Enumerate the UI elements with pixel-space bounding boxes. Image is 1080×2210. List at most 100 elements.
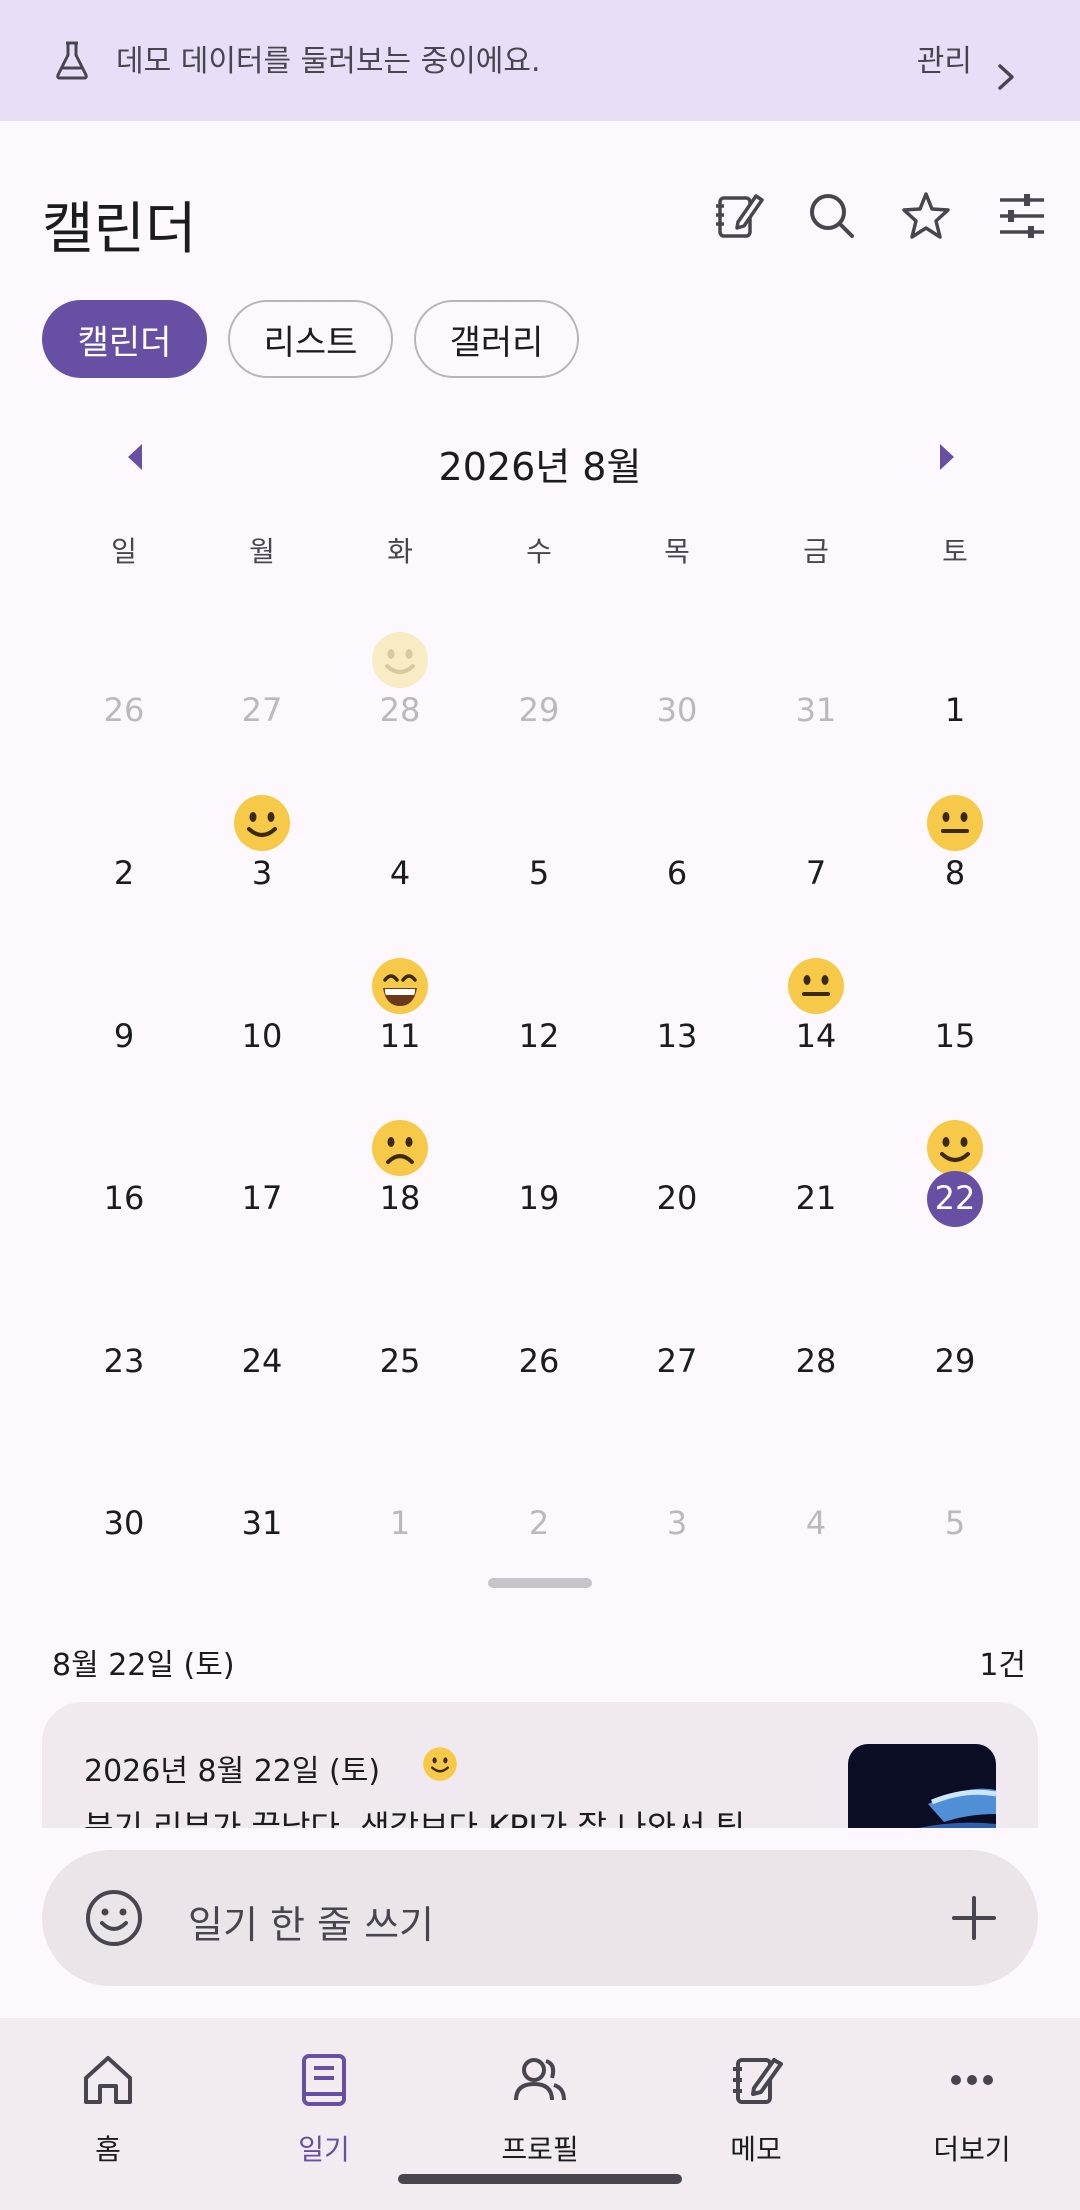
diary-entry-card[interactable]: 2026년 8월 22일 (토) 분기 리뷰가 끝났다. 생각보다 KPI가 잘… xyxy=(42,1702,1038,1828)
thumbnail-image-icon xyxy=(918,1788,996,1828)
calendar-day-cell[interactable]: 23 xyxy=(55,1241,193,1403)
calendar-day-cell[interactable]: 4 xyxy=(747,1403,885,1565)
weekday-header: 화 xyxy=(387,535,413,568)
chip-label: 갤러리 xyxy=(449,322,544,363)
day-number: 20 xyxy=(656,1179,698,1217)
calendar-day-cell[interactable]: 4 xyxy=(331,753,469,915)
calendar-day-cell[interactable]: 12 xyxy=(470,916,608,1078)
weekday-header: 수 xyxy=(526,535,552,568)
next-month-icon[interactable] xyxy=(938,442,958,472)
more-icon xyxy=(951,2075,993,2085)
calendar-day-cell[interactable]: 19 xyxy=(470,1078,608,1240)
calendar-day-cell[interactable]: 1 xyxy=(886,590,1024,752)
weekday-header: 일 xyxy=(111,535,137,568)
day-number: 26 xyxy=(103,691,145,729)
calendar-day-cell[interactable]: 26 xyxy=(55,590,193,752)
calendar-day-cell[interactable]: 20 xyxy=(608,1078,746,1240)
weekday-header: 월 xyxy=(249,535,275,568)
calendar-day-cell[interactable]: 16 xyxy=(55,1078,193,1240)
calendar-day-cell[interactable]: 6 xyxy=(608,753,746,915)
day-number: 15 xyxy=(934,1017,976,1055)
nav-label: 일기 xyxy=(298,2133,350,2166)
day-number: 27 xyxy=(656,1342,698,1380)
calendar-day-cell[interactable]: 27 xyxy=(608,1241,746,1403)
day-number: 5 xyxy=(944,1504,966,1542)
calendar-day-cell[interactable]: 14 xyxy=(747,916,885,1078)
mood-grin-icon xyxy=(370,956,430,1016)
chevron-right-icon xyxy=(998,64,1014,90)
nav-more[interactable]: 더보기 xyxy=(864,2038,1080,2168)
calendar-day-cell[interactable]: 3 xyxy=(193,753,331,915)
banner-text: 데모 데이터를 둘러보는 중이에요. xyxy=(116,44,541,79)
calendar-day-cell[interactable]: 31 xyxy=(193,1403,331,1565)
demo-banner[interactable]: 데모 데이터를 둘러보는 중이에요. 관리 xyxy=(0,0,1080,121)
calendar-day-cell[interactable]: 31 xyxy=(747,590,885,752)
calendar-day-cell[interactable]: 10 xyxy=(193,916,331,1078)
calendar-day-cell[interactable]: 25 xyxy=(331,1241,469,1403)
calendar-day-cell[interactable]: 29 xyxy=(470,590,608,752)
calendar-day-cell[interactable]: 28 xyxy=(331,590,469,752)
month-label: 2026년 8월 xyxy=(438,445,642,489)
day-number: 26 xyxy=(518,1342,560,1380)
calendar-day-cell[interactable]: 5 xyxy=(470,753,608,915)
calendar-day-cell[interactable]: 2 xyxy=(470,1403,608,1565)
nav-memo[interactable]: 메모 xyxy=(648,2038,864,2168)
day-number: 1 xyxy=(944,691,966,729)
nav-diary[interactable]: 일기 xyxy=(216,2038,432,2168)
star-icon[interactable] xyxy=(900,190,952,242)
chip-label: 리스트 xyxy=(263,322,358,363)
calendar-day-cell[interactable]: 26 xyxy=(470,1241,608,1403)
diary-edit-icon[interactable] xyxy=(712,190,764,242)
calendar-day-cell[interactable]: 15 xyxy=(886,916,1024,1078)
calendar-day-cell[interactable]: 3 xyxy=(608,1403,746,1565)
banner-manage-link[interactable]: 관리 xyxy=(917,36,972,80)
chip-calendar[interactable]: 캘린더 xyxy=(42,300,207,378)
chip-list[interactable]: 리스트 xyxy=(228,300,393,378)
calendar-day-cell[interactable]: 11 xyxy=(331,916,469,1078)
day-number: 24 xyxy=(241,1342,283,1380)
calendar-day-cell[interactable]: 5 xyxy=(886,1403,1024,1565)
day-number: 30 xyxy=(656,691,698,729)
drag-handle[interactable] xyxy=(488,1578,592,1588)
calendar-day-cell[interactable]: 22 xyxy=(886,1078,1024,1240)
calendar-day-cell[interactable]: 30 xyxy=(608,590,746,752)
plus-icon[interactable] xyxy=(950,1894,998,1942)
nav-profile[interactable]: 프로필 xyxy=(432,2038,648,2168)
calendar-day-cell[interactable]: 28 xyxy=(747,1241,885,1403)
book-icon xyxy=(302,2054,346,2106)
calendar-day-cell[interactable]: 13 xyxy=(608,916,746,1078)
calendar-day-cell[interactable]: 27 xyxy=(193,590,331,752)
calendar-day-cell[interactable]: 24 xyxy=(193,1241,331,1403)
calendar-day-cell[interactable]: 7 xyxy=(747,753,885,915)
calendar-day-cell[interactable]: 18 xyxy=(331,1078,469,1240)
people-icon xyxy=(514,2058,566,2101)
day-number: 3 xyxy=(666,1504,688,1542)
calendar-day-cell[interactable]: 17 xyxy=(193,1078,331,1240)
memo-icon xyxy=(733,2058,783,2104)
day-number: 17 xyxy=(241,1179,283,1217)
search-icon[interactable] xyxy=(806,190,858,242)
quick-entry-bar[interactable]: 일기 한 줄 쓰기 xyxy=(42,1850,1038,1986)
chip-gallery[interactable]: 갤러리 xyxy=(414,300,579,378)
calendar-day-cell[interactable]: 29 xyxy=(886,1241,1024,1403)
gesture-bar xyxy=(398,2174,682,2184)
quick-entry-input[interactable]: 일기 한 줄 쓰기 xyxy=(188,1894,434,1949)
day-number: 2 xyxy=(113,854,135,892)
calendar-day-cell[interactable]: 9 xyxy=(55,916,193,1078)
calendar-day-cell[interactable]: 2 xyxy=(55,753,193,915)
mood-neutral-icon xyxy=(786,956,846,1016)
nav-home[interactable]: 홈 xyxy=(0,2038,216,2168)
calendar-day-cell[interactable]: 30 xyxy=(55,1403,193,1565)
day-number: 8 xyxy=(944,854,966,892)
mood-smile-icon xyxy=(925,1118,985,1178)
filter-sliders-icon[interactable] xyxy=(996,190,1048,242)
smile-emoji-icon xyxy=(423,1747,457,1781)
day-number: 12 xyxy=(518,1017,560,1055)
calendar-day-cell[interactable]: 8 xyxy=(886,753,1024,915)
flask-icon xyxy=(56,41,88,80)
mood-neutral-icon xyxy=(925,793,985,853)
day-number: 4 xyxy=(805,1504,827,1542)
smile-outline-icon[interactable] xyxy=(84,1888,144,1948)
calendar-day-cell[interactable]: 1 xyxy=(331,1403,469,1565)
calendar-day-cell[interactable]: 21 xyxy=(747,1078,885,1240)
